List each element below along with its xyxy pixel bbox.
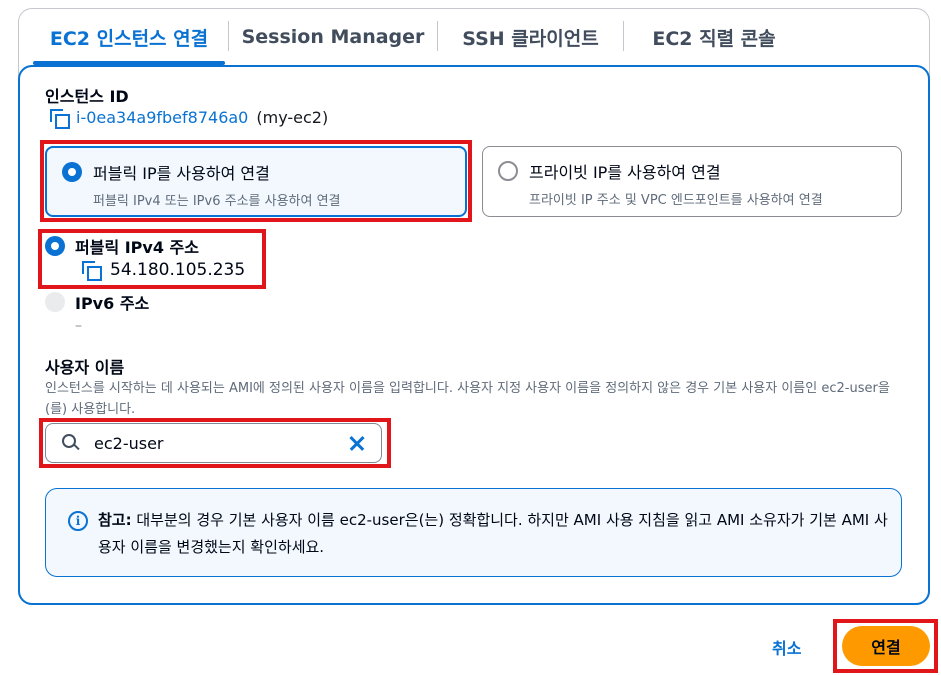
ipv6-value: – <box>75 318 82 334</box>
tab-ec2-instance-connect[interactable]: EC2 인스턴스 연결 <box>33 9 225 65</box>
connect-public-ip-tile[interactable]: 퍼블릭 IP를 사용하여 연결 퍼블릭 IPv4 또는 IPv6 주소를 사용하… <box>45 146 467 217</box>
radio-ipv4[interactable] <box>45 236 65 256</box>
info-icon: i <box>68 511 88 531</box>
ipv6-label: IPv6 주소 <box>75 294 150 313</box>
private-ip-desc: 프라이빗 IP 주소 및 VPC 엔드포인트를 사용하여 연결 <box>529 193 823 208</box>
instance-name: (my-ec2) <box>256 108 329 127</box>
username-help-text: 인스턴스를 시작하는 데 사용되는 AMI에 정의된 사용자 이름을 입력합니다… <box>45 381 890 417</box>
username-label: 사용자 이름 <box>45 358 125 377</box>
public-ip-title: 퍼블릭 IP를 사용하여 연결 <box>93 164 270 183</box>
alert-title: 참고: <box>98 511 132 529</box>
alert-text: 참고: 대부분의 경우 기본 사용자 이름 ec2-user은(는) 정확합니다… <box>98 507 888 561</box>
tab-bar: EC2 인스턴스 연결 Session Manager SSH 클라이언트 EC… <box>19 9 929 65</box>
username-field[interactable] <box>45 423 382 463</box>
public-ip-desc: 퍼블릭 IPv4 또는 IPv6 주소를 사용하여 연결 <box>93 194 341 209</box>
info-alert: i 참고: 대부분의 경우 기본 사용자 이름 ec2-user은(는) 정확합… <box>45 488 902 577</box>
radio-public-ip[interactable] <box>62 162 82 182</box>
tab-ec2-serial-console[interactable]: EC2 직렬 콘솔 <box>624 9 804 65</box>
instance-id-link[interactable]: i-0ea34a9fbef8746a0 <box>76 108 248 127</box>
search-icon <box>62 434 80 452</box>
copy-icon[interactable] <box>50 108 70 129</box>
tab-session-manager[interactable]: Session Manager <box>229 9 437 65</box>
ipv4-label: 퍼블릭 IPv4 주소 <box>75 238 199 257</box>
radio-ipv6 <box>45 292 65 312</box>
alert-body: 대부분의 경우 기본 사용자 이름 ec2-user은(는) 정확합니다. 하지… <box>98 511 888 556</box>
copy-icon[interactable] <box>82 261 102 281</box>
tab-ssh-client[interactable]: SSH 클라이언트 <box>438 9 623 65</box>
connect-private-ip-tile[interactable]: 프라이빗 IP를 사용하여 연결 프라이빗 IP 주소 및 VPC 엔드포인트를… <box>482 146 902 217</box>
ipv4-value: 54.180.105.235 <box>110 260 246 280</box>
cancel-button[interactable]: 취소 <box>772 635 801 659</box>
clear-icon[interactable] <box>347 433 367 453</box>
instance-id-label: 인스턴스 ID <box>45 87 129 106</box>
radio-private-ip[interactable] <box>498 161 518 181</box>
private-ip-title: 프라이빗 IP를 사용하여 연결 <box>529 163 721 182</box>
username-input[interactable] <box>94 433 344 453</box>
connect-button[interactable]: 연결 <box>842 626 930 666</box>
ipv4-value-row: 54.180.105.235 <box>82 260 246 281</box>
instance-id-row: i-0ea34a9fbef8746a0 (my-ec2) <box>50 108 329 129</box>
